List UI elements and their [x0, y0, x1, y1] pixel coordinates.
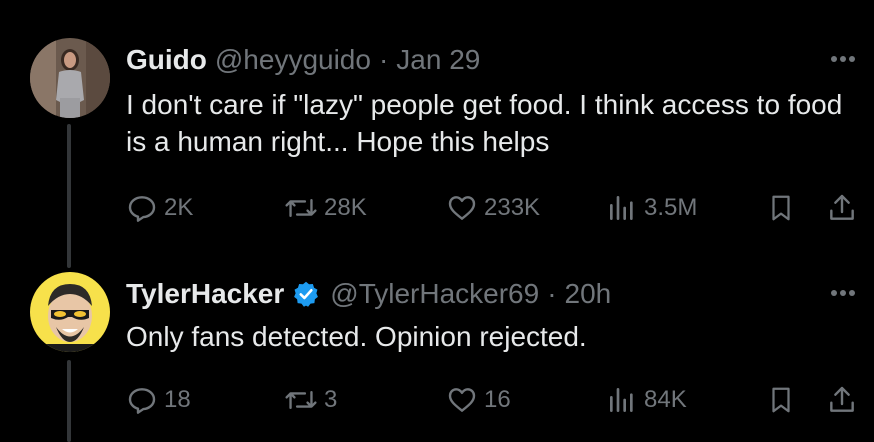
like-icon	[446, 192, 478, 224]
share-button[interactable]	[826, 382, 858, 418]
avatar[interactable]	[30, 272, 110, 352]
bookmark-icon	[766, 192, 796, 224]
thread-line	[67, 360, 71, 442]
like-count: 16	[484, 386, 511, 413]
like-button[interactable]: 16	[446, 382, 511, 418]
views-icon	[606, 192, 638, 224]
action-bar: 2K 28K 233K 3.5M	[126, 190, 864, 226]
tweet[interactable]: Guido @heyyguido · Jan 29 I don't care i…	[0, 0, 874, 268]
timestamp[interactable]: 20h	[565, 278, 612, 310]
share-icon	[826, 192, 858, 224]
retweet-count: 3	[324, 386, 338, 413]
tweet-text: I don't care if "lazy" people get food. …	[126, 89, 843, 157]
retweet-button[interactable]: 28K	[284, 190, 367, 226]
bookmark-button[interactable]	[766, 382, 796, 418]
reply-icon	[126, 384, 158, 416]
share-icon	[826, 384, 858, 416]
like-icon	[446, 384, 478, 416]
more-icon[interactable]	[828, 44, 858, 74]
tweet-header: Guido @heyyguido · Jan 29	[126, 40, 480, 80]
bookmark-icon	[766, 384, 796, 416]
retweet-icon	[284, 384, 318, 416]
views-count: 3.5M	[644, 194, 698, 221]
views-count: 84K	[644, 386, 687, 413]
reply-icon	[126, 192, 158, 224]
retweet-icon	[284, 192, 318, 224]
action-bar: 18 3 16 84K	[126, 382, 864, 418]
views-button[interactable]: 3.5M	[606, 190, 697, 226]
tweet-header: TylerHacker @TylerHacker69 · 20h	[126, 274, 611, 314]
tweet[interactable]: TylerHacker @TylerHacker69 · 20h Only fa…	[0, 262, 874, 442]
timestamp[interactable]: Jan 29	[396, 44, 480, 76]
reply-button[interactable]: 18	[126, 382, 191, 418]
separator: ·	[547, 278, 557, 309]
share-button[interactable]	[826, 190, 858, 226]
views-icon	[606, 384, 638, 416]
thread-line	[67, 124, 71, 268]
reply-count: 18	[164, 386, 191, 413]
reply-count: 2K	[164, 194, 194, 221]
retweet-count: 28K	[324, 194, 367, 221]
like-button[interactable]: 233K	[446, 190, 540, 226]
bookmark-button[interactable]	[766, 190, 796, 226]
tweet-text: Only fans detected. Opinion rejected.	[126, 321, 587, 352]
author-name[interactable]: Guido	[126, 44, 207, 76]
views-button[interactable]: 84K	[606, 382, 687, 418]
avatar[interactable]	[30, 38, 110, 118]
like-count: 233K	[484, 194, 541, 221]
separator: ·	[378, 44, 389, 75]
more-icon[interactable]	[828, 278, 858, 308]
reply-button[interactable]: 2K	[126, 190, 193, 226]
author-name[interactable]: TylerHacker	[126, 278, 284, 310]
author-handle[interactable]: @heyyguido	[215, 44, 371, 76]
verified-badge-icon	[292, 279, 322, 309]
author-handle[interactable]: @TylerHacker69	[330, 278, 539, 310]
retweet-button[interactable]: 3	[284, 382, 337, 418]
